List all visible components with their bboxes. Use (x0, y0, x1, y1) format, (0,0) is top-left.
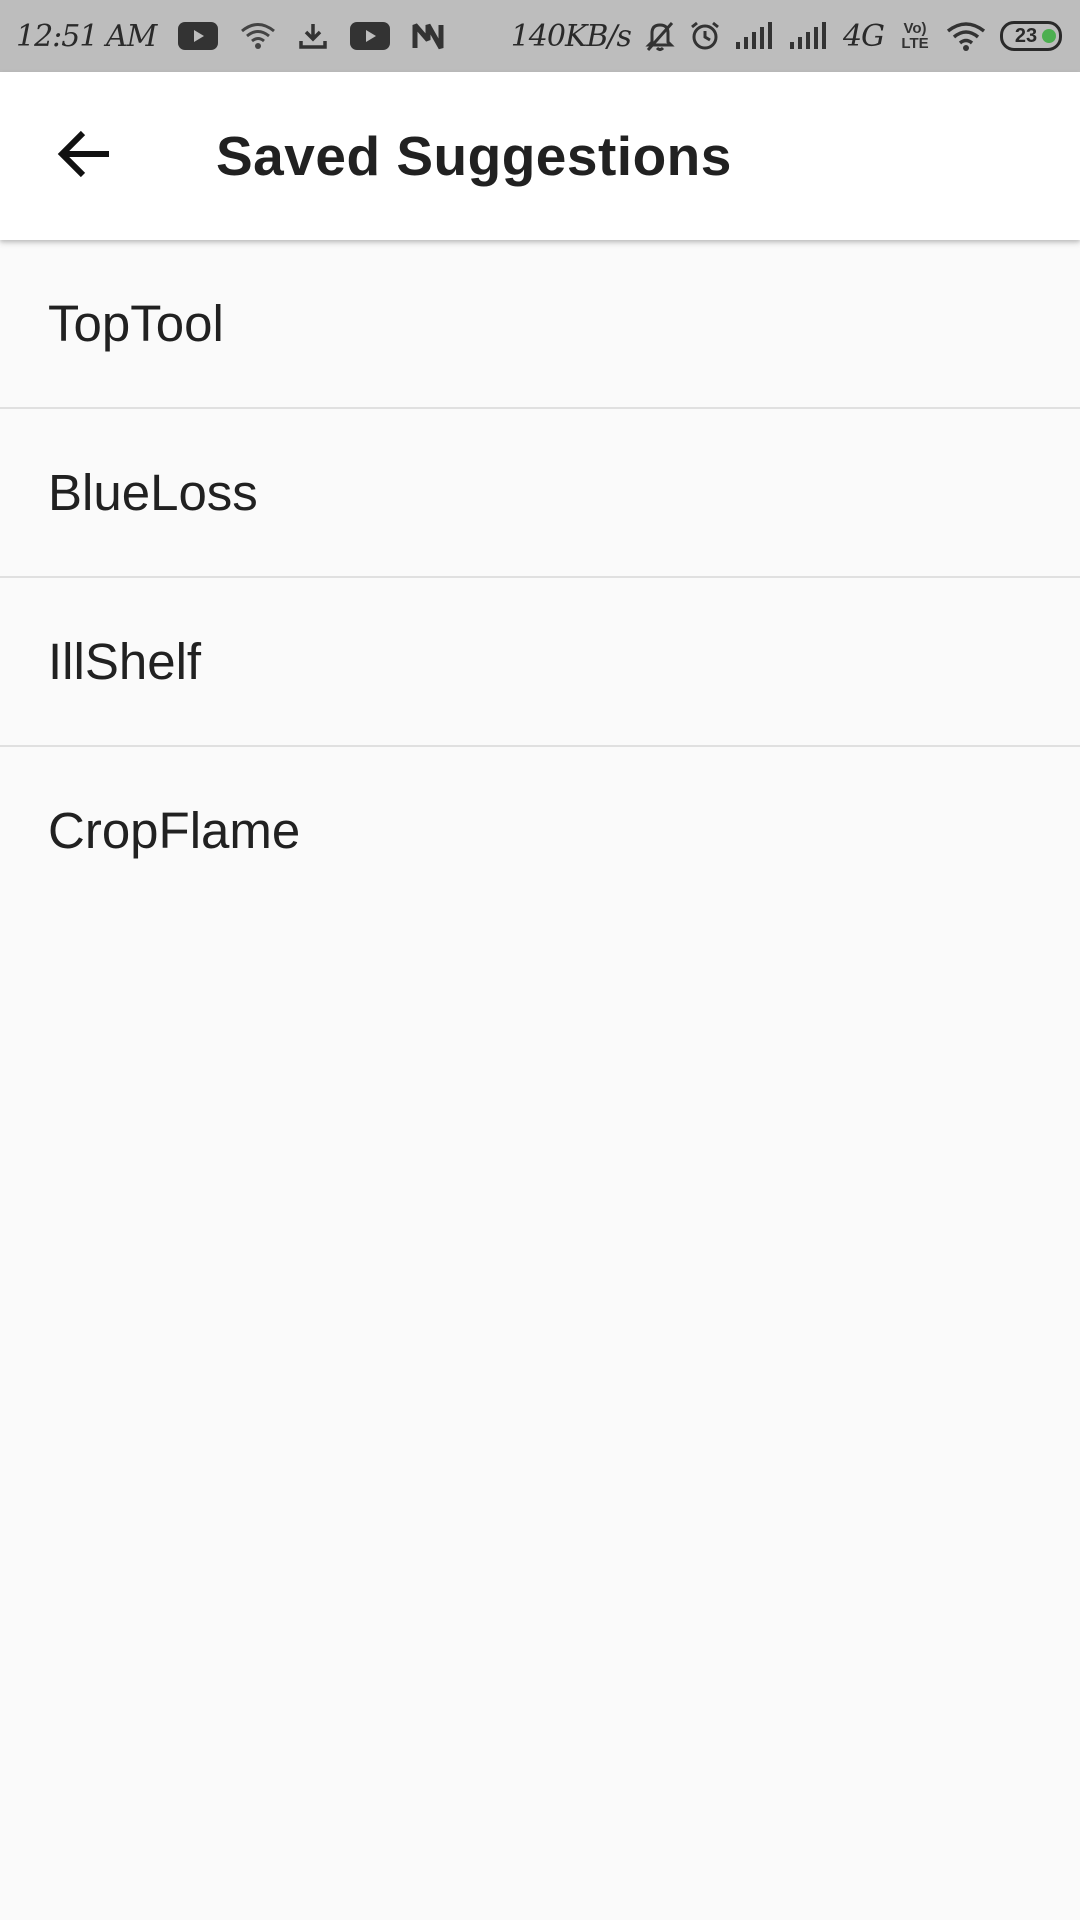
wifi-icon (946, 21, 986, 51)
battery-icon: 23 (1000, 21, 1062, 51)
battery-charge-dot (1042, 29, 1056, 43)
net-speed: 140KB/s (510, 18, 632, 54)
battery-level: 23 (1014, 24, 1038, 47)
list-item[interactable]: BlueLoss (0, 409, 1080, 578)
wifi-icon (240, 22, 276, 50)
arrow-left-icon (57, 130, 111, 183)
youtube-icon (350, 22, 391, 50)
network-type: 4G (842, 18, 885, 54)
back-button[interactable] (42, 114, 126, 198)
saved-suggestions-list: TopTool BlueLoss IllShelf CropFlame (0, 240, 1080, 914)
alarm-icon (689, 20, 721, 52)
status-bar-right: 140KB/s 4G Vo) LTE 23 (511, 0, 1062, 72)
volte-icon: Vo) LTE (898, 21, 932, 51)
signal-icon (735, 22, 775, 50)
list-item[interactable]: IllShelf (0, 578, 1080, 747)
app-bar: Saved Suggestions (0, 72, 1080, 240)
status-time: 12:51 AM (16, 18, 157, 54)
download-icon (298, 21, 328, 51)
status-bar: 12:51 AM 140KB/s 4G Vo) LTE 23 (0, 0, 1080, 72)
n-app-icon (412, 22, 444, 50)
youtube-icon (178, 22, 219, 50)
status-bar-left: 12:51 AM (16, 0, 444, 72)
page-title: Saved Suggestions (216, 125, 732, 187)
list-item[interactable]: CropFlame (0, 747, 1080, 914)
list-item[interactable]: TopTool (0, 240, 1080, 409)
volte-label: Vo) LTE (901, 20, 929, 52)
mute-bell-icon (645, 20, 675, 52)
signal-icon (789, 22, 829, 50)
